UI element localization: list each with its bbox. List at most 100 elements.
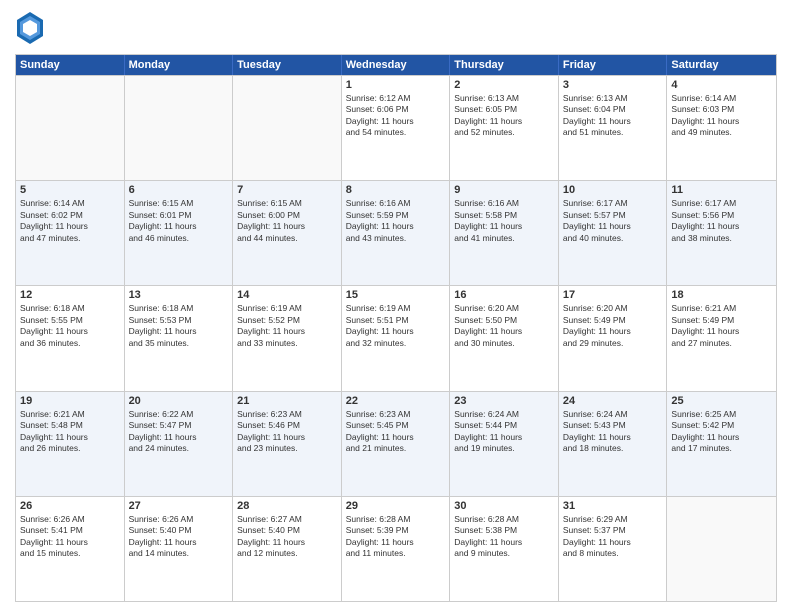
day-cell-8: 8Sunrise: 6:16 AM Sunset: 5:59 PM Daylig…: [342, 181, 451, 285]
calendar-header: SundayMondayTuesdayWednesdayThursdayFrid…: [16, 55, 776, 75]
day-info: Sunrise: 6:23 AM Sunset: 5:46 PM Dayligh…: [237, 409, 337, 455]
day-info: Sunrise: 6:13 AM Sunset: 6:05 PM Dayligh…: [454, 93, 554, 139]
weekday-header-saturday: Saturday: [667, 55, 776, 75]
day-cell-28: 28 Sunrise: 6:27 AM Sunset: 5:40 PM Dayli…: [233, 497, 342, 601]
empty-cell: [667, 497, 776, 601]
day-number: 14: [237, 289, 337, 301]
day-cell-19: 19 Sunrise: 6:21 AM Sunset: 5:48 PM Dayli…: [16, 392, 125, 496]
day-info: Sunrise: 6:12 AM Sunset: 6:06 PM Dayligh…: [346, 93, 446, 139]
day-number: 4: [671, 79, 772, 91]
day-cell-15: 15Sunrise: 6:19 AM Sunset: 5:51 PM Dayli…: [342, 286, 451, 390]
day-info: Sunrise: 6:15 AM Sunset: 6:01 PM Dayligh…: [129, 198, 229, 244]
day-cell-6: 6 Sunrise: 6:15 AM Sunset: 6:01 PM Daylig…: [125, 181, 234, 285]
day-number: 19: [20, 395, 120, 407]
day-cell-23: 23Sunrise: 6:24 AM Sunset: 5:44 PM Dayli…: [450, 392, 559, 496]
day-number: 16: [454, 289, 554, 301]
empty-cell: [16, 76, 125, 180]
day-cell-29: 29 Sunrise: 6:28 AM Sunset: 5:39 PM Dayli…: [342, 497, 451, 601]
day-number: 6: [129, 184, 229, 196]
day-info: Sunrise: 6:21 AM Sunset: 5:48 PM Dayligh…: [20, 409, 120, 455]
day-cell-12: 12 Sunrise: 6:18 AM Sunset: 5:55 PM Dayli…: [16, 286, 125, 390]
day-number: 29: [346, 500, 446, 512]
day-number: 8: [346, 184, 446, 196]
day-number: 3: [563, 79, 663, 91]
day-info: Sunrise: 6:23 AM Sunset: 5:45 PM Dayligh…: [346, 409, 446, 455]
day-number: 11: [671, 184, 772, 196]
day-info: Sunrise: 6:20 AM Sunset: 5:50 PM Dayligh…: [454, 303, 554, 349]
day-number: 21: [237, 395, 337, 407]
week-row-1: 1 Sunrise: 6:12 AM Sunset: 6:06 PM Daylig…: [16, 75, 776, 180]
day-info: Sunrise: 6:29 AM Sunset: 5:37 PM Dayligh…: [563, 514, 663, 560]
day-cell-7: 7 Sunrise: 6:15 AM Sunset: 6:00 PM Daylig…: [233, 181, 342, 285]
logo: [15, 10, 49, 46]
day-cell-18: 18 Sunrise: 6:21 AM Sunset: 5:49 PM Dayli…: [667, 286, 776, 390]
empty-cell: [125, 76, 234, 180]
day-number: 28: [237, 500, 337, 512]
day-cell-3: 3 Sunrise: 6:13 AM Sunset: 6:04 PM Daylig…: [559, 76, 668, 180]
day-cell-26: 26 Sunrise: 6:26 AM Sunset: 5:41 PM Dayli…: [16, 497, 125, 601]
day-cell-10: 10 Sunrise: 6:17 AM Sunset: 5:57 PM Dayli…: [559, 181, 668, 285]
day-number: 12: [20, 289, 120, 301]
day-info: Sunrise: 6:15 AM Sunset: 6:00 PM Dayligh…: [237, 198, 337, 244]
day-cell-1: 1 Sunrise: 6:12 AM Sunset: 6:06 PM Daylig…: [342, 76, 451, 180]
day-number: 2: [454, 79, 554, 91]
day-info: Sunrise: 6:28 AM Sunset: 5:39 PM Dayligh…: [346, 514, 446, 560]
day-number: 24: [563, 395, 663, 407]
day-cell-22: 22 Sunrise: 6:23 AM Sunset: 5:45 PM Dayli…: [342, 392, 451, 496]
day-number: 10: [563, 184, 663, 196]
weekday-header-wednesday: Wednesday: [342, 55, 451, 75]
calendar-body: 1 Sunrise: 6:12 AM Sunset: 6:06 PM Daylig…: [16, 75, 776, 601]
day-number: 5: [20, 184, 120, 196]
day-number: 13: [129, 289, 229, 301]
day-cell-21: 21 Sunrise: 6:23 AM Sunset: 5:46 PM Dayli…: [233, 392, 342, 496]
day-number: 22: [346, 395, 446, 407]
day-cell-27: 27Sunrise: 6:26 AM Sunset: 5:40 PM Dayli…: [125, 497, 234, 601]
day-info: Sunrise: 6:21 AM Sunset: 5:49 PM Dayligh…: [671, 303, 772, 349]
day-info: Sunrise: 6:26 AM Sunset: 5:41 PM Dayligh…: [20, 514, 120, 560]
day-info: Sunrise: 6:17 AM Sunset: 5:57 PM Dayligh…: [563, 198, 663, 244]
day-info: Sunrise: 6:16 AM Sunset: 5:58 PM Dayligh…: [454, 198, 554, 244]
day-number: 30: [454, 500, 554, 512]
day-cell-11: 11 Sunrise: 6:17 AM Sunset: 5:56 PM Dayli…: [667, 181, 776, 285]
day-cell-20: 20 Sunrise: 6:22 AM Sunset: 5:47 PM Dayli…: [125, 392, 234, 496]
week-row-5: 26 Sunrise: 6:26 AM Sunset: 5:41 PM Dayli…: [16, 496, 776, 601]
day-info: Sunrise: 6:24 AM Sunset: 5:44 PM Dayligh…: [454, 409, 554, 455]
day-number: 31: [563, 500, 663, 512]
day-info: Sunrise: 6:22 AM Sunset: 5:47 PM Dayligh…: [129, 409, 229, 455]
day-number: 7: [237, 184, 337, 196]
day-info: Sunrise: 6:13 AM Sunset: 6:04 PM Dayligh…: [563, 93, 663, 139]
weekday-header-friday: Friday: [559, 55, 668, 75]
day-cell-2: 2 Sunrise: 6:13 AM Sunset: 6:05 PM Daylig…: [450, 76, 559, 180]
day-cell-31: 31 Sunrise: 6:29 AM Sunset: 5:37 PM Dayli…: [559, 497, 668, 601]
day-info: Sunrise: 6:25 AM Sunset: 5:42 PM Dayligh…: [671, 409, 772, 455]
day-number: 18: [671, 289, 772, 301]
day-info: Sunrise: 6:24 AM Sunset: 5:43 PM Dayligh…: [563, 409, 663, 455]
day-cell-16: 16 Sunrise: 6:20 AM Sunset: 5:50 PM Dayli…: [450, 286, 559, 390]
day-number: 25: [671, 395, 772, 407]
day-info: Sunrise: 6:18 AM Sunset: 5:55 PM Dayligh…: [20, 303, 120, 349]
day-info: Sunrise: 6:28 AM Sunset: 5:38 PM Dayligh…: [454, 514, 554, 560]
weekday-header-thursday: Thursday: [450, 55, 559, 75]
day-number: 20: [129, 395, 229, 407]
day-info: Sunrise: 6:14 AM Sunset: 6:03 PM Dayligh…: [671, 93, 772, 139]
day-cell-9: 9Sunrise: 6:16 AM Sunset: 5:58 PM Daylig…: [450, 181, 559, 285]
day-cell-17: 17Sunrise: 6:20 AM Sunset: 5:49 PM Dayli…: [559, 286, 668, 390]
day-cell-30: 30 Sunrise: 6:28 AM Sunset: 5:38 PM Dayli…: [450, 497, 559, 601]
day-number: 26: [20, 500, 120, 512]
day-number: 15: [346, 289, 446, 301]
weekday-header-tuesday: Tuesday: [233, 55, 342, 75]
weekday-header-sunday: Sunday: [16, 55, 125, 75]
day-cell-5: 5Sunrise: 6:14 AM Sunset: 6:02 PM Daylig…: [16, 181, 125, 285]
weekday-header-monday: Monday: [125, 55, 234, 75]
header: [15, 10, 777, 46]
day-info: Sunrise: 6:17 AM Sunset: 5:56 PM Dayligh…: [671, 198, 772, 244]
day-number: 1: [346, 79, 446, 91]
day-info: Sunrise: 6:18 AM Sunset: 5:53 PM Dayligh…: [129, 303, 229, 349]
day-number: 27: [129, 500, 229, 512]
week-row-2: 5Sunrise: 6:14 AM Sunset: 6:02 PM Daylig…: [16, 180, 776, 285]
calendar: SundayMondayTuesdayWednesdayThursdayFrid…: [15, 54, 777, 602]
day-number: 17: [563, 289, 663, 301]
day-info: Sunrise: 6:27 AM Sunset: 5:40 PM Dayligh…: [237, 514, 337, 560]
day-cell-13: 13 Sunrise: 6:18 AM Sunset: 5:53 PM Dayli…: [125, 286, 234, 390]
logo-icon: [15, 10, 45, 46]
